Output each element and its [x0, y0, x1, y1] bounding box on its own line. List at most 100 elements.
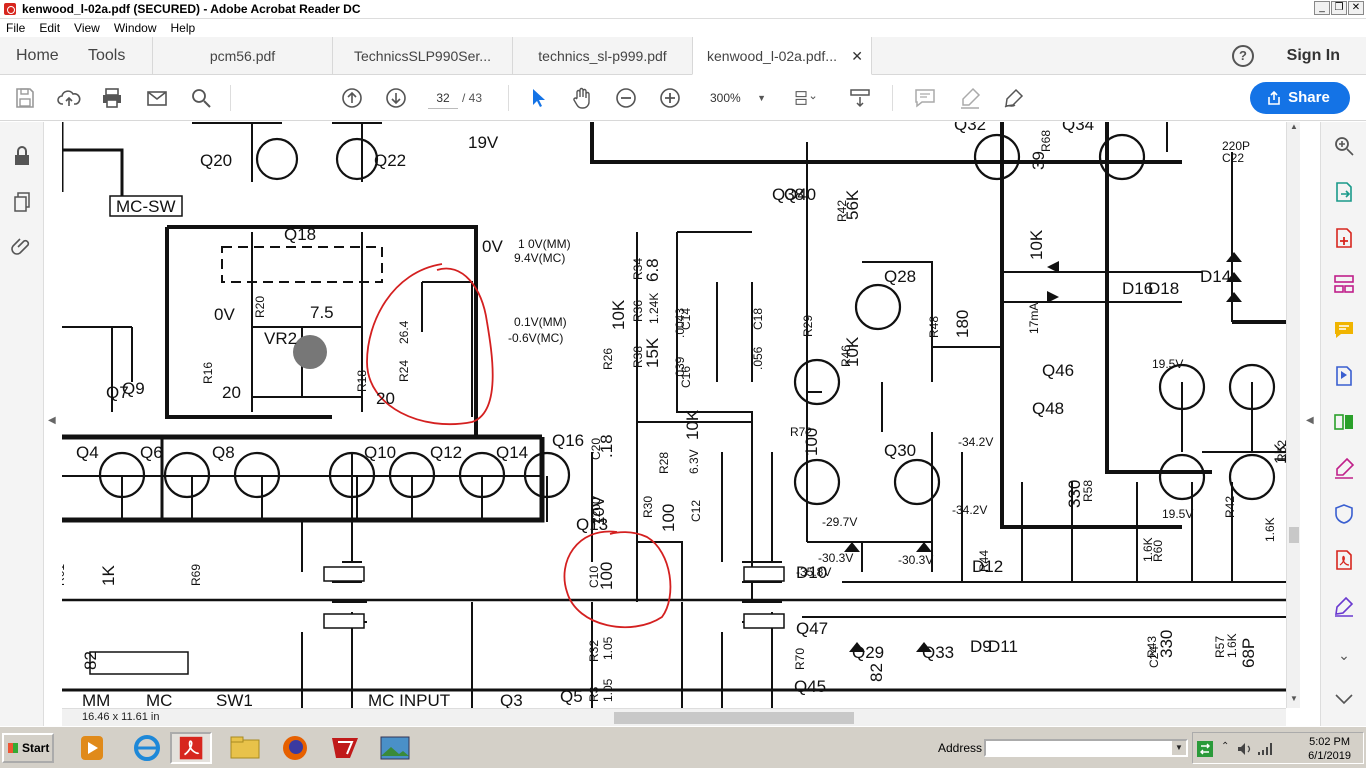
document-tab-label: TechnicsSLP990Ser... — [354, 48, 491, 64]
email-icon[interactable] — [145, 86, 169, 110]
protect-shield-icon[interactable] — [1332, 502, 1356, 526]
document-tab[interactable]: pcm56.pdf — [152, 37, 332, 75]
internet-explorer-icon[interactable] — [126, 732, 168, 764]
chevron-down-icon[interactable]: ▼ — [1172, 741, 1186, 755]
comment-tool-icon[interactable] — [1332, 318, 1356, 342]
collapse-left-pane-icon[interactable]: ◀ — [48, 415, 56, 426]
schematic-label: 15K — [643, 337, 662, 368]
document-tab-active[interactable]: kenwood_l-02a.pdf... ✕ — [692, 37, 872, 75]
schematic-label: R20 — [253, 296, 267, 318]
fill-sign-icon[interactable] — [1332, 456, 1356, 480]
send-file-icon[interactable] — [1332, 364, 1356, 388]
schematic-label: 20 — [376, 389, 395, 408]
schematic-label: 1 0V(MM) — [518, 237, 571, 251]
menu-file[interactable]: File — [6, 21, 25, 35]
share-button[interactable]: Share — [1250, 82, 1350, 114]
tab-tools[interactable]: Tools — [88, 37, 125, 75]
highlight-pen-icon[interactable] — [958, 86, 982, 110]
collapse-right-pane-icon[interactable]: ◀ — [1306, 415, 1314, 426]
schematic-label: R26 — [601, 348, 615, 370]
vertical-scrollbar[interactable]: ▲ ▼ — [1286, 122, 1300, 708]
chevron-up-icon[interactable]: ⌃ — [1221, 741, 1229, 752]
vertical-scroll-thumb[interactable] — [1289, 527, 1299, 543]
attachment-icon[interactable] — [10, 235, 34, 259]
page-size-readout: 16.46 x 11.61 in — [82, 711, 160, 723]
page-number-input[interactable]: 32 — [428, 87, 458, 109]
toolbar: 32 / 43 300% ▼ Share — [0, 75, 1366, 121]
app-launcher-icon[interactable] — [324, 732, 366, 764]
print-icon[interactable] — [100, 86, 124, 110]
create-pdf-icon[interactable] — [1332, 226, 1356, 250]
scroll-up-icon[interactable]: ▲ — [1287, 122, 1301, 136]
upload-cloud-icon[interactable] — [57, 86, 81, 110]
schematic-label: R28 — [657, 452, 671, 474]
menu-edit[interactable]: Edit — [39, 21, 60, 35]
schematic-label: Q33 — [922, 643, 954, 662]
sign-pen-icon[interactable] — [1002, 86, 1026, 110]
document-tab[interactable]: TechnicsSLP990Ser... — [332, 37, 512, 75]
zoom-out-icon[interactable] — [614, 86, 638, 110]
schematic-label: Q47 — [796, 619, 828, 638]
zoom-level-dropdown[interactable]: 300% ▼ — [702, 87, 772, 109]
tab-home[interactable]: Home — [16, 37, 59, 75]
lock-icon[interactable] — [10, 144, 34, 168]
help-icon[interactable]: ? — [1232, 45, 1254, 67]
menu-window[interactable]: Window — [114, 21, 157, 35]
restore-button[interactable]: ❐ — [1331, 1, 1347, 15]
horizontal-scroll-thumb[interactable] — [614, 712, 854, 724]
start-button[interactable]: Start — [2, 733, 54, 763]
schematic-label: Q5 — [560, 687, 583, 706]
system-tray: ⌃ 5:02 PM 6/1/2019 — [1192, 732, 1364, 764]
signal-icon[interactable] — [1257, 742, 1273, 756]
sign-in-link[interactable]: Sign In — [1287, 37, 1340, 75]
document-view[interactable]: Q20 Q22 Q18 MC-SW 0V 0V R20 7.5 VR2 R16 20 R18 20 26.… — [62, 122, 1286, 708]
export-pdf-icon[interactable] — [1332, 180, 1356, 204]
scrolling-mode-icon[interactable] — [848, 86, 872, 110]
signature-pen-icon[interactable] — [1332, 594, 1356, 618]
schematic-label: Q20 — [200, 151, 232, 170]
schematic-label: R58 — [1081, 480, 1095, 502]
schematic-label: 82 — [867, 663, 886, 682]
find-icon[interactable] — [189, 86, 213, 110]
firefox-icon[interactable] — [274, 732, 316, 764]
page-thumbnails-icon[interactable] — [10, 190, 34, 214]
chevron-down-icon[interactable]: ⌄ — [1332, 647, 1356, 671]
pdf-tool-icon[interactable] — [1332, 548, 1356, 572]
menu-help[interactable]: Help — [171, 21, 196, 35]
document-tab[interactable]: technics_sl-p999.pdf — [512, 37, 692, 75]
zoom-in-icon[interactable] — [658, 86, 682, 110]
tools-settings-icon[interactable] — [1332, 687, 1356, 711]
select-cursor-icon[interactable] — [526, 86, 550, 110]
organize-pages-icon[interactable] — [1332, 272, 1356, 296]
close-tab-icon[interactable]: ✕ — [851, 37, 863, 75]
photo-viewer-icon[interactable] — [374, 732, 416, 764]
schematic-label: Q46 — [1042, 361, 1074, 380]
media-player-icon[interactable] — [72, 732, 114, 764]
save-icon[interactable] — [13, 86, 37, 110]
clock-time: 5:02 PM — [1309, 736, 1351, 748]
volume-icon[interactable] — [1237, 742, 1253, 756]
schematic-label: MC INPUT — [368, 691, 450, 708]
zoom-search-icon[interactable] — [1332, 134, 1356, 158]
menu-view[interactable]: View — [74, 21, 100, 35]
file-explorer-icon[interactable] — [224, 732, 266, 764]
acrobat-taskbar-icon[interactable] — [170, 732, 212, 764]
schematic-label: 0.1V(MM) — [514, 315, 567, 329]
page-fit-icon[interactable] — [794, 86, 828, 110]
close-window-button[interactable]: ✕ — [1348, 1, 1364, 15]
minimize-button[interactable]: _ — [1314, 1, 1330, 15]
next-page-icon[interactable] — [384, 86, 408, 110]
schematic-label: Q8 — [212, 443, 235, 462]
schematic-label: Q9 — [122, 379, 145, 398]
schematic-label: MC — [146, 691, 172, 708]
network-icon[interactable] — [1196, 740, 1214, 758]
comment-icon[interactable] — [913, 86, 937, 110]
compare-files-icon[interactable] — [1332, 410, 1356, 434]
scroll-down-icon[interactable]: ▼ — [1287, 694, 1301, 708]
previous-page-icon[interactable] — [340, 86, 364, 110]
horizontal-scrollbar[interactable]: 16.46 x 11.61 in — [62, 708, 1286, 726]
clock[interactable]: 5:02 PM 6/1/2019 — [1308, 735, 1351, 763]
address-input[interactable]: ▼ — [984, 739, 1188, 757]
hand-tool-icon[interactable] — [570, 86, 594, 110]
zoom-level-value: 300% — [710, 91, 741, 105]
